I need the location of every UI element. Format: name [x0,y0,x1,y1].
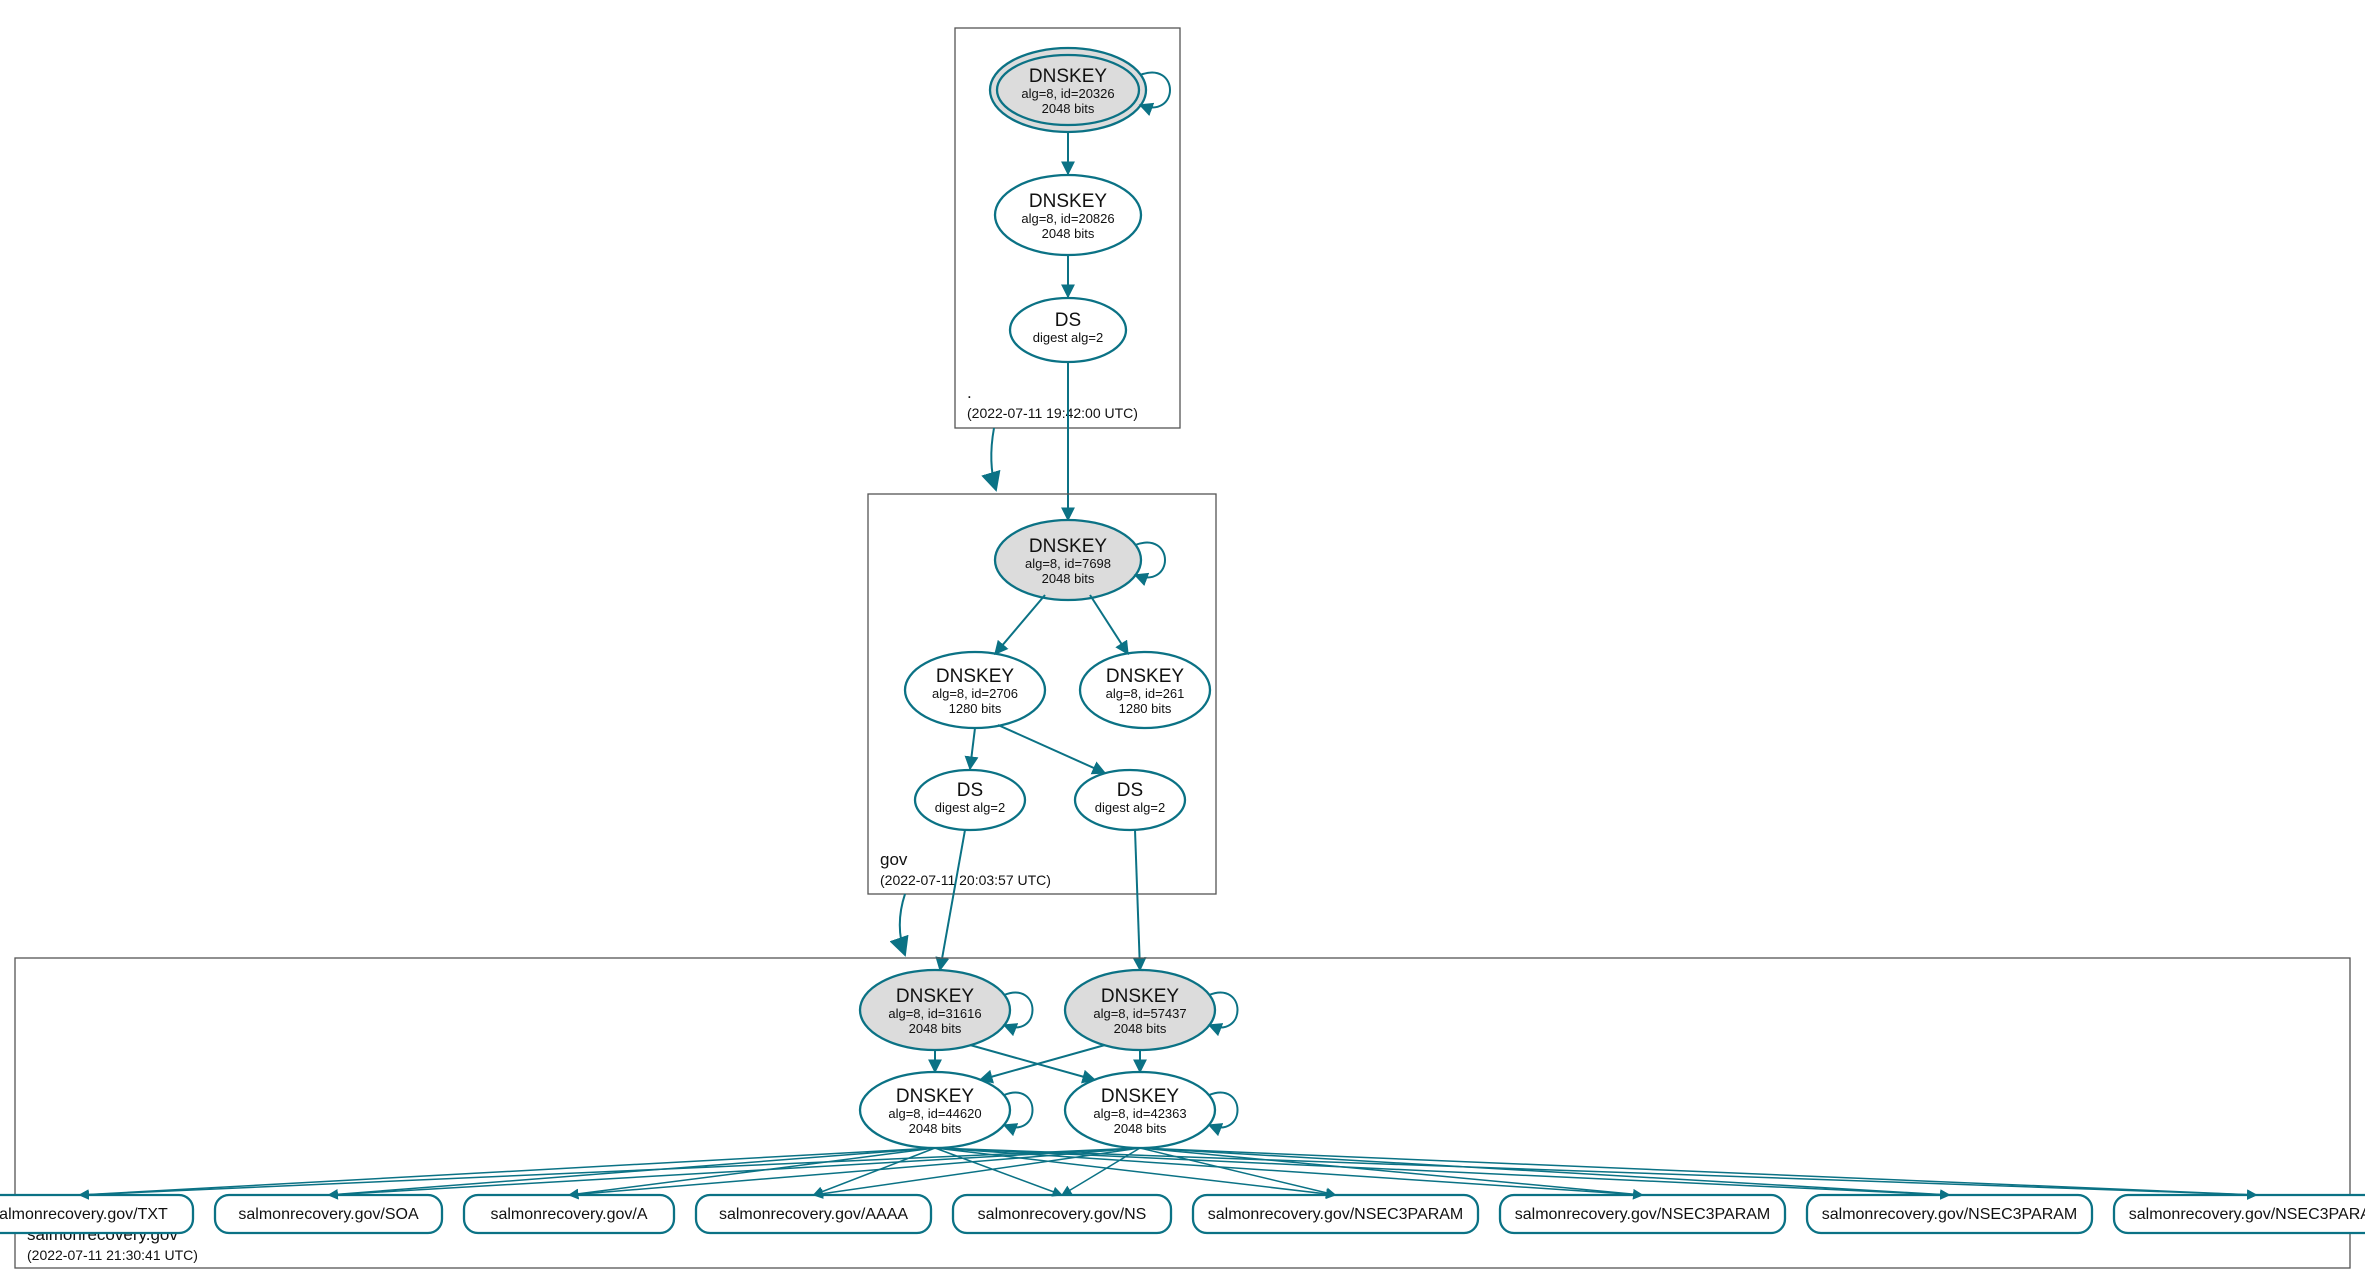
node-root-zsk: DNSKEY alg=8, id=20826 2048 bits [995,175,1141,255]
rrset-node: salmonrecovery.gov/NSEC3PARAM [1807,1195,2092,1233]
zone-leaf: salmonrecovery.gov (2022-07-11 21:30:41 … [0,958,2365,1268]
svg-text:DNSKEY: DNSKEY [896,1086,974,1107]
svg-text:alg=8, id=20826: alg=8, id=20826 [1021,211,1114,226]
svg-text:digest alg=2: digest alg=2 [1033,330,1103,345]
rrset-node: salmonrecovery.gov/NSEC3PARAM [1193,1195,1478,1233]
rrset-node: salmonrecovery.gov/NSEC3PARAM [2114,1195,2365,1233]
node-gov-ksk: DNSKEY alg=8, id=7698 2048 bits [995,520,1141,600]
svg-text:2048 bits: 2048 bits [909,1021,962,1036]
rrset-label: salmonrecovery.gov/NS [978,1206,1147,1223]
svg-text:DNSKEY: DNSKEY [1029,536,1107,557]
zone-gov-label: gov [880,850,908,869]
svg-text:alg=8, id=7698: alg=8, id=7698 [1025,556,1111,571]
rrset-row: salmonrecovery.gov/TXT salmonrecovery.gov… [0,1195,2365,1233]
dnssec-diagram: . (2022-07-11 19:42:00 UTC) DNSKEY alg=8… [0,0,2365,1278]
svg-text:2048 bits: 2048 bits [1114,1021,1167,1036]
svg-text:DS: DS [1117,780,1143,801]
rrset-node: salmonrecovery.gov/AAAA [696,1195,931,1233]
svg-text:digest alg=2: digest alg=2 [935,800,1005,815]
rrset-label: salmonrecovery.gov/NSEC3PARAM [2129,1206,2365,1223]
rrset-node: salmonrecovery.gov/TXT [0,1195,193,1233]
svg-text:alg=8, id=44620: alg=8, id=44620 [888,1106,981,1121]
rrset-label: salmonrecovery.gov/SOA [238,1206,419,1223]
rrset-node: salmonrecovery.gov/A [464,1195,674,1233]
node-leaf-zsk-a: DNSKEY alg=8, id=44620 2048 bits [860,1072,1010,1148]
node-gov-ds-a: DS digest alg=2 [915,770,1025,830]
svg-text:DNSKEY: DNSKEY [1029,191,1107,212]
rrset-label: salmonrecovery.gov/NSEC3PARAM [1515,1206,1771,1223]
svg-text:alg=8, id=42363: alg=8, id=42363 [1093,1106,1186,1121]
svg-text:digest alg=2: digest alg=2 [1095,800,1165,815]
rrset-label: salmonrecovery.gov/A [490,1206,647,1223]
node-gov-zsk-b: DNSKEY alg=8, id=261 1280 bits [1080,652,1210,728]
rrset-node: salmonrecovery.gov/NSEC3PARAM [1500,1195,1785,1233]
rrset-label: salmonrecovery.gov/AAAA [719,1206,908,1223]
node-gov-zsk-a: DNSKEY alg=8, id=2706 1280 bits [905,652,1045,728]
svg-text:DNSKEY: DNSKEY [1101,986,1179,1007]
zone-leaf-timestamp: (2022-07-11 21:30:41 UTC) [27,1247,198,1263]
rrset-label: salmonrecovery.gov/TXT [0,1206,168,1223]
rrset-edges [80,1148,2257,1195]
svg-text:2048 bits: 2048 bits [1042,101,1095,116]
zone-root-label: . [967,383,972,402]
svg-text:alg=8, id=57437: alg=8, id=57437 [1093,1006,1186,1021]
node-root-ksk: DNSKEY alg=8, id=20326 2048 bits [990,48,1146,132]
rrset-label: salmonrecovery.gov/NSEC3PARAM [1208,1206,1464,1223]
zone-root-timestamp: (2022-07-11 19:42:00 UTC) [967,405,1138,421]
zone-gov-timestamp: (2022-07-11 20:03:57 UTC) [880,872,1051,888]
svg-text:2048 bits: 2048 bits [1114,1121,1167,1136]
svg-text:alg=8, id=20326: alg=8, id=20326 [1021,86,1114,101]
svg-text:2048 bits: 2048 bits [909,1121,962,1136]
svg-text:DNSKEY: DNSKEY [1106,666,1184,687]
svg-text:alg=8, id=261: alg=8, id=261 [1106,686,1185,701]
rrset-node: salmonrecovery.gov/NS [953,1195,1171,1233]
node-leaf-zsk-b: DNSKEY alg=8, id=42363 2048 bits [1065,1072,1215,1148]
svg-text:DNSKEY: DNSKEY [936,666,1014,687]
svg-text:1280 bits: 1280 bits [949,701,1002,716]
rrset-label: salmonrecovery.gov/NSEC3PARAM [1822,1206,2078,1223]
node-leaf-ksk-b: DNSKEY alg=8, id=57437 2048 bits [1065,970,1215,1050]
svg-text:DS: DS [1055,310,1081,331]
svg-text:1280 bits: 1280 bits [1119,701,1172,716]
svg-text:DNSKEY: DNSKEY [1101,1086,1179,1107]
rrset-node: salmonrecovery.gov/SOA [215,1195,442,1233]
svg-text:DNSKEY: DNSKEY [896,986,974,1007]
svg-text:2048 bits: 2048 bits [1042,571,1095,586]
svg-text:DS: DS [957,780,983,801]
node-gov-ds-b: DS digest alg=2 [1075,770,1185,830]
svg-text:2048 bits: 2048 bits [1042,226,1095,241]
svg-text:alg=8, id=2706: alg=8, id=2706 [932,686,1018,701]
svg-text:alg=8, id=31616: alg=8, id=31616 [888,1006,981,1021]
zone-gov: gov (2022-07-11 20:03:57 UTC) DNSKEY alg… [868,494,1216,894]
node-root-ds: DS digest alg=2 [1010,298,1126,362]
node-leaf-ksk-a: DNSKEY alg=8, id=31616 2048 bits [860,970,1010,1050]
svg-text:DNSKEY: DNSKEY [1029,66,1107,87]
